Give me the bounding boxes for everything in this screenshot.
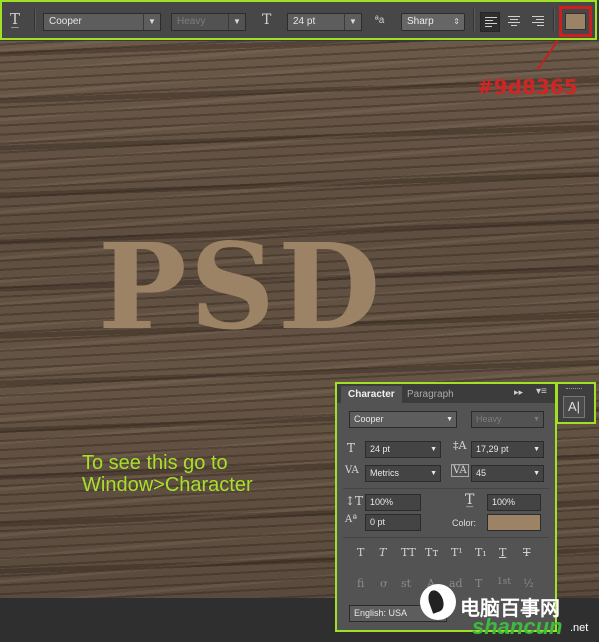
chevron-down-icon: ▼	[228, 14, 245, 30]
font-size-icon: T	[347, 441, 356, 455]
panel-font-family-value: Cooper	[354, 414, 384, 424]
font-family-value: Cooper	[49, 16, 82, 27]
chevron-down-icon: ▼	[533, 446, 540, 453]
chevron-down-icon: ▼	[430, 446, 437, 453]
color-label: Color:	[452, 518, 477, 528]
baseline-shift-icon: Aª	[345, 514, 357, 525]
antialias-select[interactable]: Sharp ⇕	[401, 13, 465, 31]
superscript-button[interactable]: T¹	[451, 546, 463, 559]
align-center-icon	[508, 16, 520, 28]
align-center-button[interactable]	[504, 12, 524, 32]
antialias-value: Sharp	[407, 16, 434, 27]
antialias-icon: ªa	[375, 15, 385, 26]
horizontal-scale-icon: T̲	[465, 492, 475, 508]
vertical-scale-icon: ↕T	[345, 494, 364, 508]
vertical-scale-field[interactable]: 100%	[365, 494, 421, 511]
chevron-down-icon: ▼	[533, 470, 540, 477]
font-size-value: 24 pt	[293, 16, 316, 27]
kerning-value: Metrics	[370, 468, 399, 478]
font-size-icon: T	[262, 12, 272, 28]
font-style-value: Heavy	[177, 16, 206, 27]
align-left-button[interactable]	[480, 12, 500, 32]
logo-mark	[425, 588, 447, 614]
panel-font-size-value: 24 pt	[370, 444, 391, 454]
divider	[34, 9, 36, 31]
discretionary-ligatures-button[interactable]: st	[401, 577, 411, 590]
horizontal-scale-value: 100%	[492, 497, 516, 507]
font-style-select[interactable]: Heavy ▼	[171, 13, 246, 31]
fractions-button[interactable]: ½	[523, 577, 534, 590]
watermark-logo-icon	[420, 584, 456, 620]
hint-text-line2: Window>Character	[82, 474, 253, 496]
vertical-scale-value: 100%	[370, 497, 394, 507]
watermark-url-suffix: .net	[570, 622, 589, 634]
leading-value: 17,29 pt	[476, 444, 509, 454]
font-family-select[interactable]: Cooper ▼	[43, 13, 161, 31]
chevron-down-icon: ▼	[430, 470, 437, 477]
ligatures-button[interactable]: fi	[357, 577, 364, 590]
leading-icon: ‡A	[453, 439, 467, 452]
stylistic-alternates-button[interactable]: ad	[449, 577, 463, 590]
canvas-text-psd: PSD	[98, 217, 384, 356]
baseline-shift-value: 0 pt	[370, 517, 386, 527]
subscript-button[interactable]: T₁	[475, 546, 487, 559]
underline-button[interactable]: T	[499, 546, 506, 559]
up-down-arrows-icon: ⇕	[453, 17, 460, 26]
chevron-down-icon: ▼	[344, 14, 361, 30]
tab-paragraph[interactable]: Paragraph	[400, 386, 461, 403]
chevron-down-icon: ▼	[446, 416, 453, 423]
panel-menu-icon[interactable]: ▾≡	[536, 386, 547, 397]
panel-font-style-select[interactable]: Heavy ▼	[471, 411, 544, 428]
tab-character[interactable]: Character	[341, 386, 402, 403]
language-value: English: USA	[354, 608, 408, 618]
kerning-field[interactable]: Metrics ▼	[365, 465, 441, 482]
font-size-select[interactable]: 24 pt ▼	[287, 13, 362, 31]
tracking-value: 45	[476, 468, 487, 478]
tracking-field[interactable]: 45 ▼	[471, 465, 544, 482]
chevron-down-icon: ▼	[143, 14, 160, 30]
tracking-icon: VA	[451, 464, 469, 477]
watermark-url: shancun	[472, 614, 563, 639]
align-right-icon	[532, 16, 544, 28]
align-right-button[interactable]	[528, 12, 548, 32]
faux-bold-button[interactable]: T	[357, 546, 364, 559]
text-color-swatch[interactable]	[565, 13, 586, 30]
panel-font-family-select[interactable]: Cooper ▼	[349, 411, 457, 428]
contextual-alternates-button[interactable]: ơ	[380, 577, 387, 590]
chevron-down-icon: ▼	[533, 416, 540, 423]
baseline-shift-field[interactable]: 0 pt	[365, 514, 421, 531]
horizontal-type-tool-icon[interactable]: T̲	[10, 10, 20, 28]
kerning-icon: VA	[345, 465, 359, 476]
panel-color-swatch[interactable]	[487, 514, 541, 531]
character-panel-icon[interactable]: A|	[563, 396, 585, 418]
collapse-icon[interactable]: ▸▸	[514, 387, 523, 398]
ordinals-button[interactable]: 1st	[497, 577, 511, 587]
divider	[473, 9, 475, 31]
small-caps-button[interactable]: Tт	[425, 546, 438, 559]
text-style-buttons: T T TT Tт T¹ T₁ T T	[337, 546, 555, 562]
hint-text-line1: To see this go to	[82, 452, 228, 474]
leading-field[interactable]: 17,29 pt ▼	[471, 441, 544, 458]
all-caps-button[interactable]: TT	[401, 546, 416, 559]
divider	[343, 537, 549, 538]
horizontal-scale-field[interactable]: 100%	[487, 494, 541, 511]
faux-italic-button[interactable]: T	[379, 546, 386, 559]
panel-font-style-value: Heavy	[476, 414, 502, 424]
align-left-icon	[485, 17, 497, 29]
divider	[343, 488, 549, 489]
panel-font-size-field[interactable]: 24 pt ▼	[365, 441, 441, 458]
divider	[553, 9, 555, 31]
color-hex-annotation: #9d8365	[477, 75, 578, 99]
dock-grip	[566, 388, 582, 391]
titling-alternates-button[interactable]: T	[475, 577, 482, 590]
strikethrough-button[interactable]: T	[523, 546, 530, 559]
